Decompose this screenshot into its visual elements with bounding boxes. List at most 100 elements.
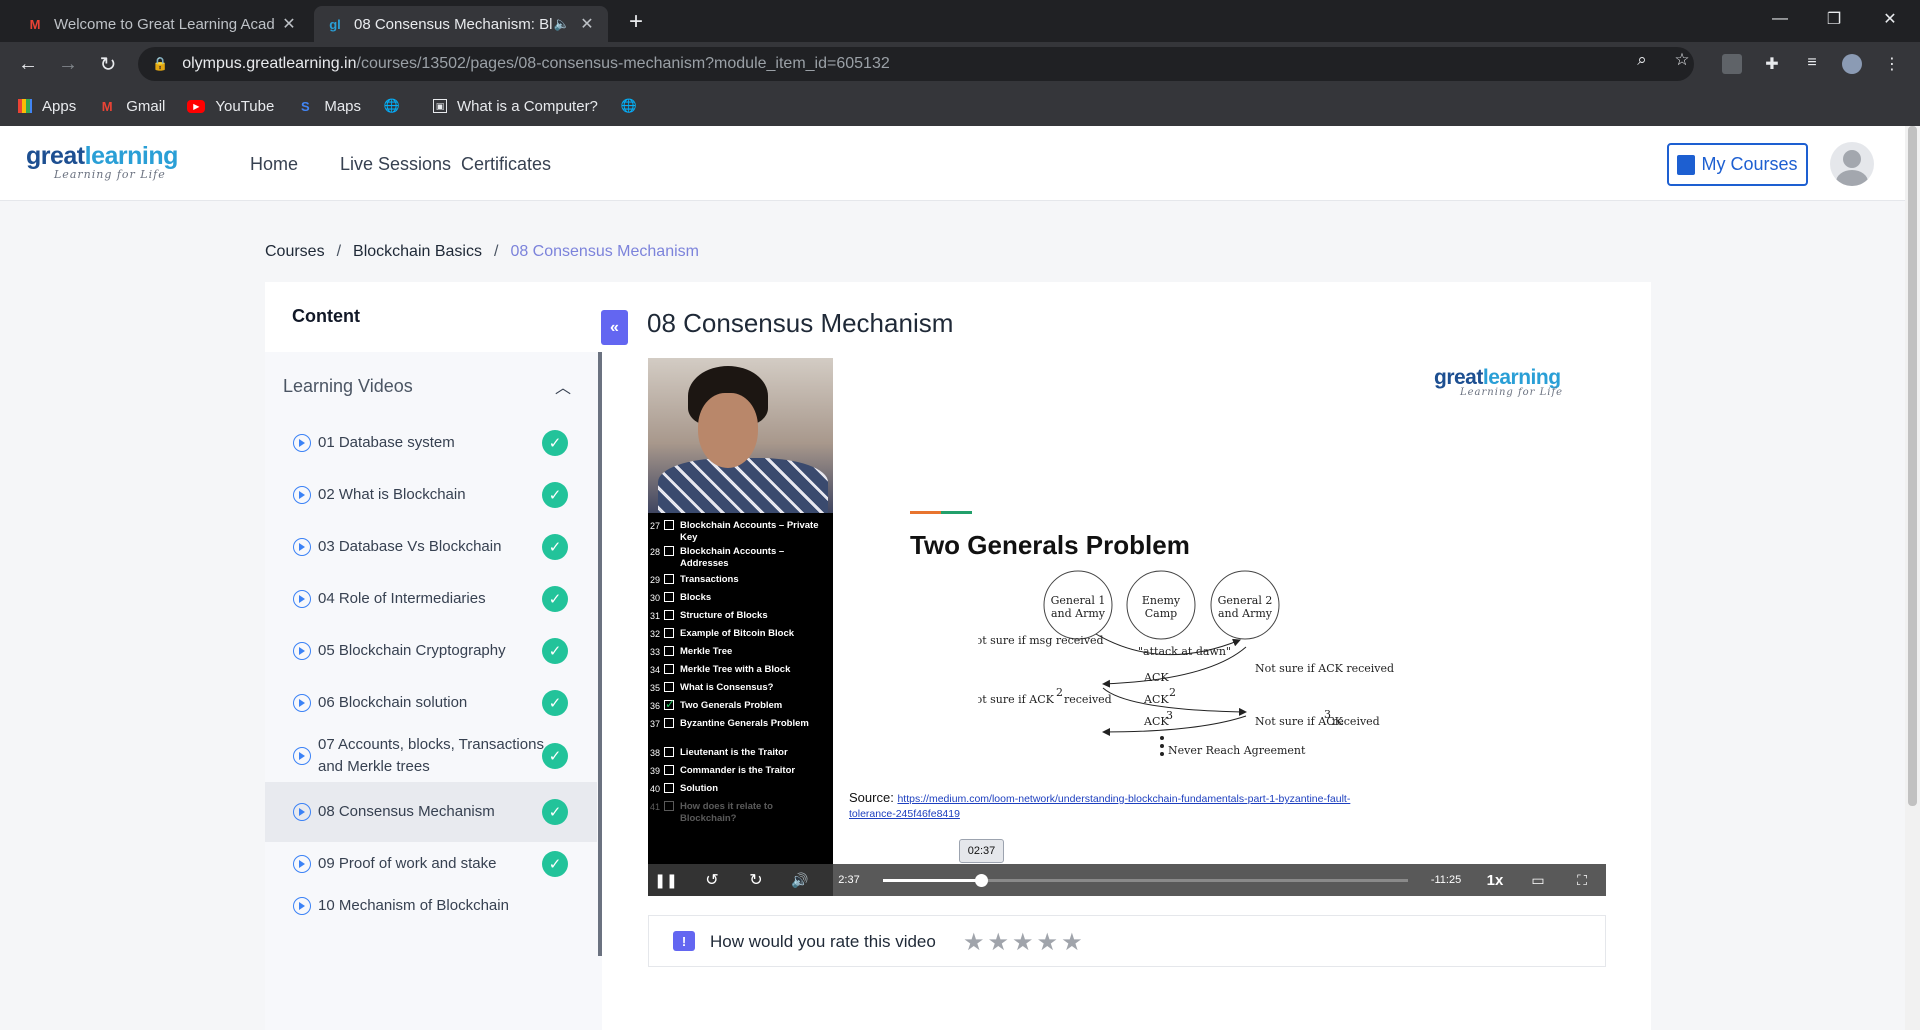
sidebar-item-video[interactable]: 10 Mechanism of Blockchain — [265, 886, 597, 926]
toc-title: Blockchain Accounts – Addresses — [680, 546, 785, 569]
sidebar-item-video[interactable]: 09 Proof of work and stake ✓ — [265, 834, 597, 894]
volume-icon[interactable]: 🔊 — [790, 864, 810, 896]
user-avatar[interactable] — [1830, 142, 1874, 186]
menu-icon[interactable]: ⋮ — [1882, 54, 1902, 74]
sidebar-item-video[interactable]: 07 Accounts, blocks, Transactions and Me… — [265, 726, 597, 786]
toc-title: Blockchain Accounts – Private Key — [680, 520, 819, 543]
greatlearning-logo[interactable]: greatlearning Learning for Life — [26, 142, 178, 181]
sidebar-scrollbar[interactable] — [598, 352, 602, 956]
sidebar-item-video[interactable]: 05 Blockchain Cryptography ✓ — [265, 621, 597, 681]
not-sure-ack3-label-b: received — [1332, 715, 1380, 728]
star-icon[interactable]: ★ — [1061, 928, 1083, 957]
browser-toolbar: ← → ↻ 🔒 olympus.greatlearning.in/courses… — [0, 42, 1920, 86]
ack-label: ACK — [1143, 671, 1169, 684]
completed-check-icon: ✓ — [542, 743, 568, 769]
toc-title: Solution — [680, 783, 718, 794]
address-bar[interactable]: 🔒 olympus.greatlearning.in/courses/13502… — [138, 47, 1694, 81]
reload-button[interactable]: ↻ — [94, 50, 122, 78]
star-icon[interactable]: ★ — [1012, 928, 1034, 957]
speaker-icon[interactable]: 🔈 — [554, 16, 570, 32]
toc-number: 32 — [650, 629, 661, 639]
breadcrumb-blockchain-basics[interactable]: Blockchain Basics — [353, 243, 482, 261]
bookmark-label: What is a Computer? — [457, 97, 598, 115]
completed-check-icon: ✓ — [542, 482, 568, 508]
forward-10-icon[interactable]: ↻ — [746, 864, 766, 896]
play-circle-icon — [293, 747, 311, 765]
sidebar-item-label: 06 Blockchain solution — [318, 694, 468, 711]
media-icon[interactable]: ≡ — [1802, 54, 1822, 74]
zoom-icon[interactable]: ⌕ — [1630, 50, 1654, 70]
bookmark-globe-2[interactable]: 🌐 — [620, 97, 648, 115]
nav-live-sessions[interactable]: Live Sessions — [340, 154, 451, 175]
bookmark-gmail[interactable]: M Gmail — [98, 97, 166, 115]
star-icon[interactable]: ★ — [963, 928, 985, 957]
bookmark-apps[interactable]: Apps — [18, 98, 76, 115]
bookmark-maps[interactable]: S Maps — [296, 97, 361, 115]
section-heading[interactable]: Learning Videos — [283, 376, 413, 397]
bookmark-computer[interactable]: ▣ What is a Computer? — [433, 98, 598, 115]
video-controls: ❚❚ ↺ ↻ 🔊 2:37 -11:25 1x ▭ ⛶ — [648, 864, 1606, 896]
playback-speed[interactable]: 1x — [1480, 864, 1510, 896]
close-icon[interactable]: ✕ — [280, 14, 298, 34]
puzzle-icon[interactable]: ✚ — [1762, 54, 1782, 74]
seek-tooltip: 02:37 — [959, 839, 1004, 863]
page-title: 08 Consensus Mechanism — [647, 308, 954, 338]
bookmark-globe[interactable]: 🌐 — [383, 97, 411, 115]
play-circle-icon — [293, 538, 311, 556]
play-circle-icon — [293, 897, 311, 915]
general-2-label-b: and Army — [1218, 607, 1273, 620]
video-player[interactable]: 27 Blockchain Accounts – Private Key 28 Blo… — [648, 358, 1606, 896]
bookmark-label: Gmail — [126, 97, 166, 115]
sidebar-item-video[interactable]: 03 Database Vs Blockchain ✓ — [265, 517, 597, 577]
sidebar-item-video[interactable]: 02 What is Blockchain ✓ — [265, 465, 597, 525]
fullscreen-icon[interactable]: ⛶ — [1572, 864, 1592, 896]
completed-check-icon: ✓ — [542, 638, 568, 664]
toc-checkbox — [664, 574, 674, 584]
close-icon[interactable]: ✕ — [578, 14, 596, 34]
pause-button[interactable]: ❚❚ — [654, 864, 677, 896]
sidebar-item-video[interactable]: 04 Role of Intermediaries ✓ — [265, 569, 597, 629]
back-button[interactable]: ← — [14, 50, 42, 78]
breadcrumb-courses[interactable]: Courses — [265, 243, 325, 261]
seek-handle[interactable] — [975, 874, 989, 887]
nav-home[interactable]: Home — [250, 154, 298, 175]
chevron-up-icon[interactable]: ︿ — [555, 374, 571, 398]
toc-number: 27 — [650, 521, 661, 531]
close-window-button[interactable]: ✕ — [1862, 0, 1918, 38]
captions-icon[interactable]: ▭ — [1528, 864, 1548, 896]
sidebar-item-video[interactable]: 08 Consensus Mechanism ✓ — [265, 782, 597, 842]
apps-grid-icon — [18, 99, 32, 113]
minimize-button[interactable]: — — [1752, 0, 1808, 38]
restore-button[interactable]: ❐ — [1806, 0, 1862, 38]
source-link[interactable]: https://medium.com/loom-network/understa… — [849, 793, 1350, 820]
url-host: olympus.greatlearning.in — [182, 55, 357, 72]
bookmark-youtube[interactable]: ▶ YouTube — [187, 98, 274, 115]
toc-title: Blocks — [680, 592, 712, 603]
collapse-sidebar-button[interactable]: « — [601, 310, 628, 345]
star-icon[interactable]: ★ — [988, 928, 1010, 957]
my-courses-button[interactable]: My Courses — [1667, 143, 1808, 186]
sidebar-item-video[interactable]: 01 Database system ✓ — [265, 413, 597, 473]
tab-title: 08 Consensus Mechanism: Bl — [354, 15, 553, 33]
toc-checkbox — [664, 783, 674, 793]
profile-avatar[interactable] — [1842, 54, 1862, 74]
extension-icon[interactable] — [1722, 54, 1742, 74]
sidebar-item-video[interactable]: 06 Blockchain solution ✓ — [265, 673, 597, 733]
two-generals-diagram: General 1 and Army Enemy Camp General 2 … — [978, 570, 1394, 757]
nav-certificates[interactable]: Certificates — [461, 154, 551, 175]
rewind-icon[interactable]: ↺ — [702, 864, 722, 896]
new-tab-button[interactable]: + — [622, 8, 650, 36]
sidebar-item-label: 04 Role of Intermediaries — [318, 590, 486, 607]
sidebar-item-label: 01 Database system — [318, 434, 455, 451]
seek-bar[interactable] — [883, 874, 1408, 887]
forward-button[interactable]: → — [54, 50, 82, 78]
page-scrollbar[interactable] — [1905, 126, 1920, 1030]
logo-text-a: great — [1434, 366, 1483, 389]
tab-consensus[interactable]: gl 08 Consensus Mechanism: Bl 🔈 ✕ — [314, 6, 608, 42]
star-icon[interactable]: ★ — [1037, 928, 1059, 957]
star-icon[interactable]: ☆ — [1670, 50, 1694, 70]
logo-text-a: great — [26, 142, 85, 170]
not-sure-msg-label: Not sure if msg received — [978, 634, 1104, 647]
slide-source: Source: https://medium.com/loom-network/… — [849, 791, 1369, 821]
tab-welcome[interactable]: M Welcome to Great Learning Acad ✕ — [14, 6, 310, 42]
